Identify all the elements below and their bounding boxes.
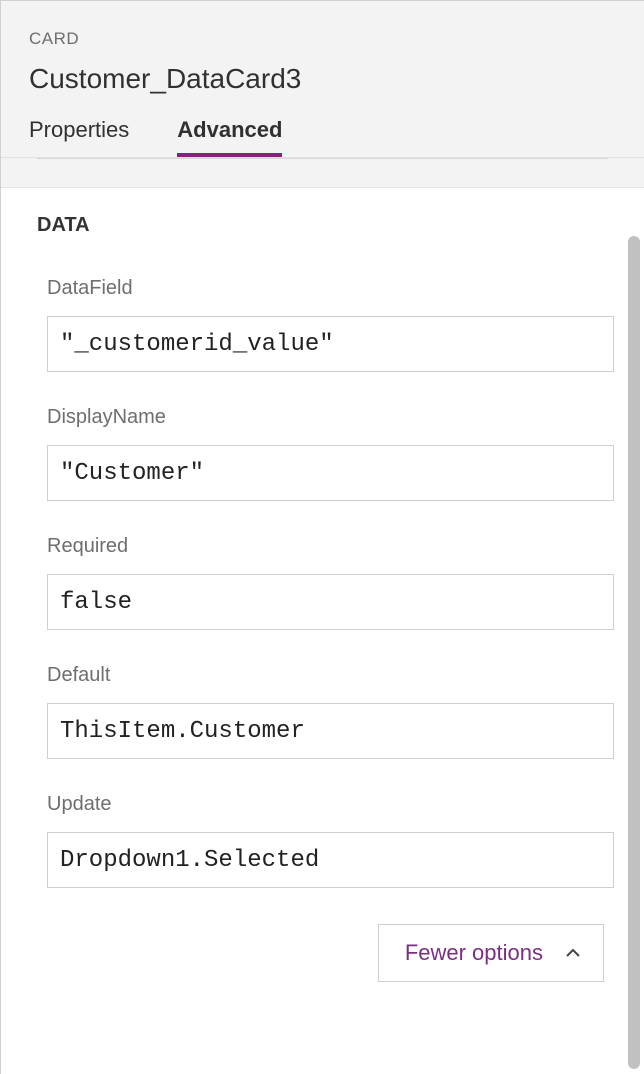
required-input[interactable] bbox=[47, 574, 614, 630]
header-divider bbox=[1, 158, 644, 188]
displayname-label: DisplayName bbox=[47, 406, 614, 429]
field-default: Default bbox=[37, 664, 614, 759]
tab-advanced[interactable]: Advanced bbox=[177, 117, 282, 157]
vertical-scrollbar[interactable] bbox=[624, 188, 644, 1074]
displayname-input[interactable] bbox=[47, 445, 614, 501]
field-required: Required bbox=[37, 535, 614, 630]
default-input[interactable] bbox=[47, 703, 614, 759]
properties-pane: CARD Customer_DataCard3 Properties Advan… bbox=[0, 0, 644, 1074]
card-name: Customer_DataCard3 bbox=[29, 63, 616, 95]
datafield-label: DataField bbox=[47, 277, 614, 300]
scrollbar-thumb[interactable] bbox=[628, 236, 640, 1069]
fewer-options-button[interactable]: Fewer options bbox=[378, 924, 604, 982]
field-update: Update bbox=[37, 793, 614, 888]
fewer-options-label: Fewer options bbox=[405, 940, 543, 966]
update-label: Update bbox=[47, 793, 614, 816]
required-label: Required bbox=[47, 535, 614, 558]
pane-header: CARD Customer_DataCard3 Properties Advan… bbox=[1, 1, 644, 158]
update-input[interactable] bbox=[47, 832, 614, 888]
chevron-up-icon bbox=[565, 945, 581, 961]
field-displayname: DisplayName bbox=[37, 406, 614, 501]
content-wrap: DATA DataField DisplayName Required Defa… bbox=[1, 188, 644, 1074]
advanced-content: DATA DataField DisplayName Required Defa… bbox=[1, 188, 624, 1074]
section-data-title: DATA bbox=[37, 214, 614, 237]
tabs: Properties Advanced bbox=[29, 117, 616, 157]
default-label: Default bbox=[47, 664, 614, 687]
options-row: Fewer options bbox=[37, 922, 614, 982]
datafield-input[interactable] bbox=[47, 316, 614, 372]
card-type-label: CARD bbox=[29, 29, 616, 49]
field-datafield: DataField bbox=[37, 277, 614, 372]
tab-properties[interactable]: Properties bbox=[29, 117, 129, 157]
